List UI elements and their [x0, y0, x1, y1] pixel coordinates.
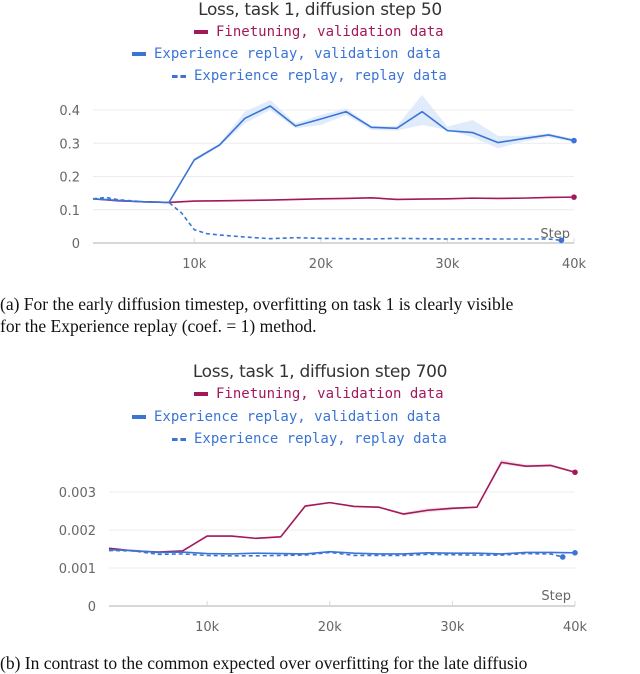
x-tick-label: 40k [563, 620, 588, 635]
series-band-0 [109, 459, 575, 552]
x-axis-label: Step [541, 589, 571, 604]
y-tick-label: 0.002 [59, 524, 96, 539]
x-tick-label: 20k [318, 620, 343, 635]
y-tick-label: 0.003 [59, 486, 96, 501]
caption-b: (b) In contrast to the common expected o… [0, 652, 640, 674]
data-point [560, 554, 566, 560]
x-tick-label: 30k [440, 620, 465, 635]
x-tick-label: 10k [195, 620, 220, 635]
data-point [572, 550, 578, 556]
chart-2-plot: 0 0.001 0.002 0.003 10k 20k 30k 40k Step [0, 0, 640, 663]
caption-b-line-1: (b) In contrast to the common expected o… [0, 652, 640, 674]
data-point [572, 469, 578, 475]
y-tick-label: 0.001 [59, 562, 96, 577]
series-line-0 [109, 462, 575, 552]
y-tick-label: 0 [88, 600, 96, 615]
